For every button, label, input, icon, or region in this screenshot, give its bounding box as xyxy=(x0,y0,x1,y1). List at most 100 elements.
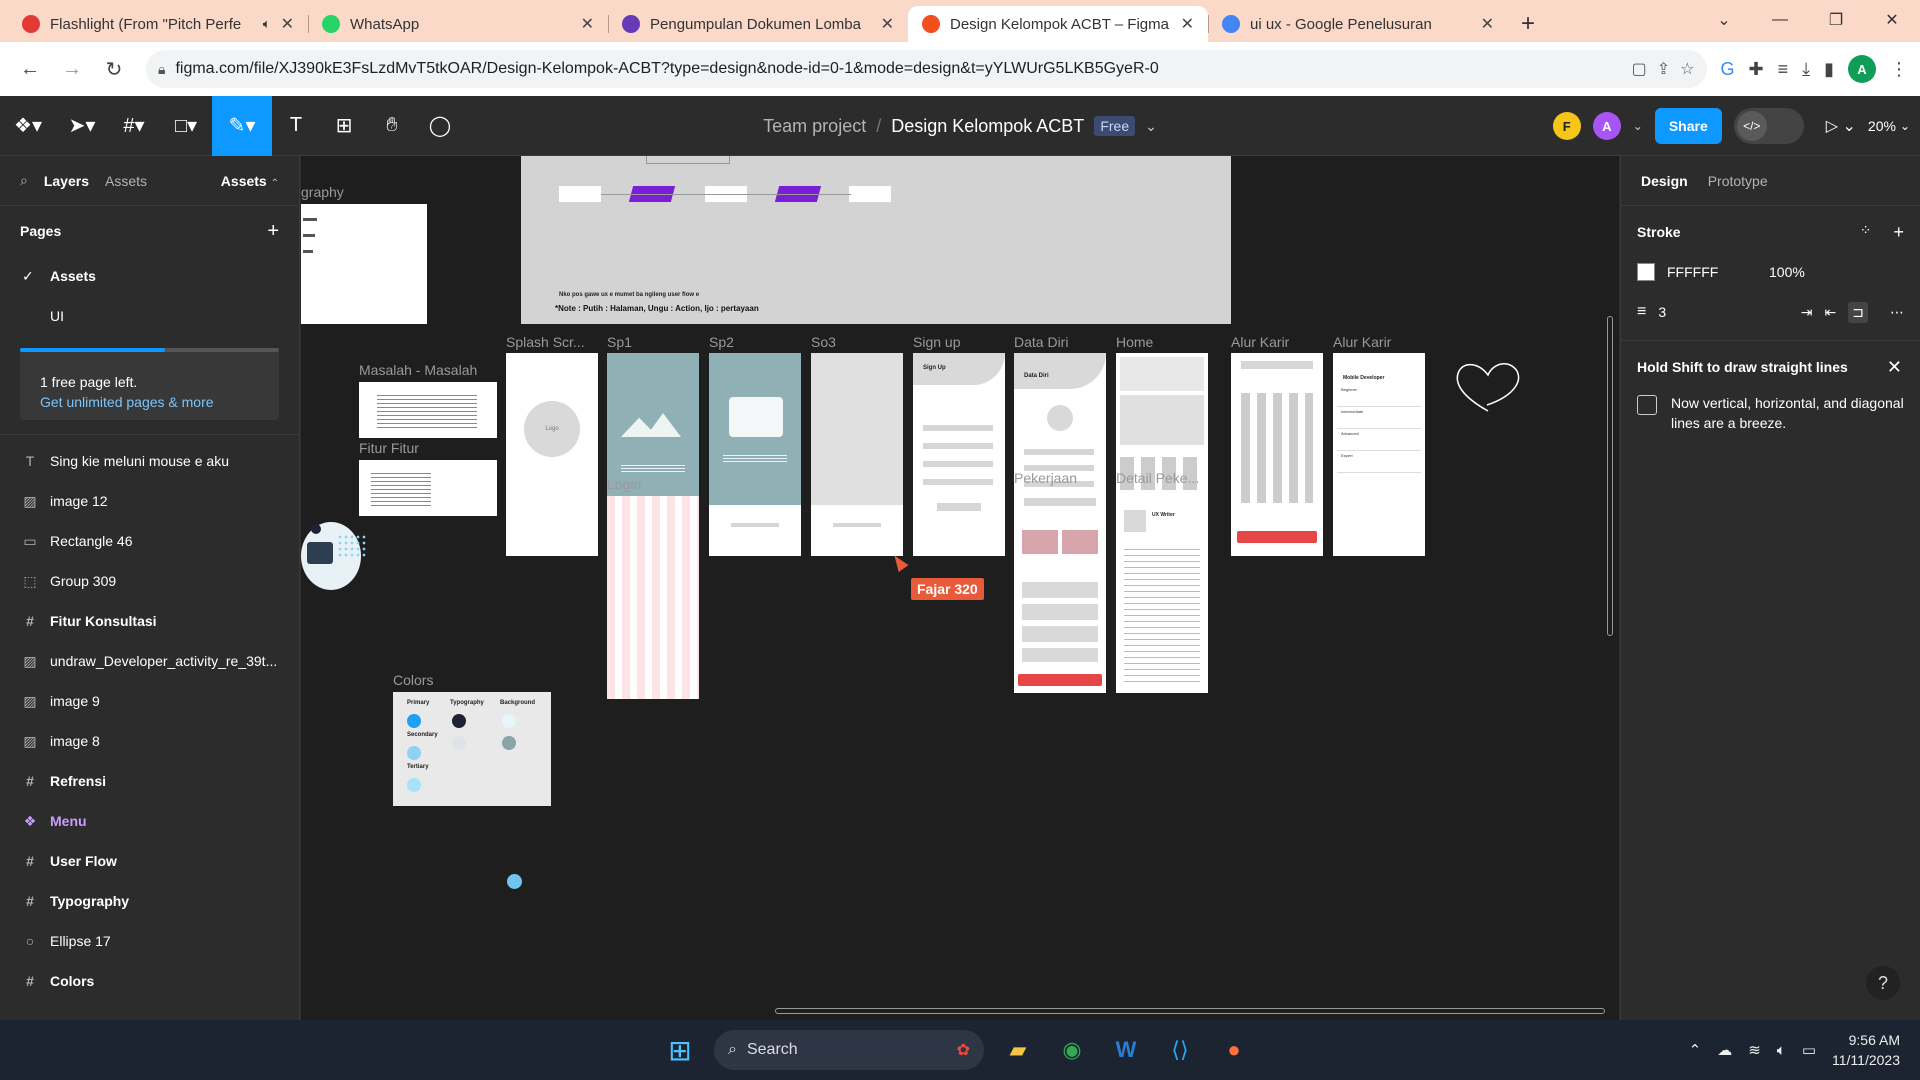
browser-tab[interactable]: ui ux - Google Penelusuran ✕ xyxy=(1208,6,1508,42)
layer-item[interactable]: ▨ image 8 xyxy=(0,721,299,761)
chrome-icon[interactable]: ◉ xyxy=(1052,1030,1092,1070)
stroke-color-hex[interactable]: FFFFFF xyxy=(1667,264,1757,280)
add-page-icon[interactable]: + xyxy=(267,220,279,243)
reload-button[interactable]: ↻ xyxy=(96,51,132,87)
pen-tool-icon[interactable]: ✎▾ xyxy=(212,95,272,156)
tab-search-chevron-icon[interactable]: ⌄ xyxy=(1696,10,1752,30)
developer-illustration-group[interactable] xyxy=(301,516,371,596)
tab-design[interactable]: Design xyxy=(1641,173,1688,189)
detail-pekerjaan-frame[interactable]: UX Writer xyxy=(1116,490,1208,693)
tab-assets[interactable]: Assets xyxy=(105,173,147,189)
close-tab-icon[interactable]: ✕ xyxy=(1481,14,1494,34)
layer-item[interactable]: ▨ undraw_Developer_activity_re_39t... xyxy=(0,641,299,681)
frame-label-pekerjaan[interactable]: Pekerjaan xyxy=(1014,470,1077,486)
hand-tool-icon[interactable]: ✋︎ xyxy=(368,96,416,156)
fitur-frame[interactable] xyxy=(359,460,497,516)
dev-mode-toggle[interactable]: </> xyxy=(1733,108,1804,144)
career-level-row[interactable]: Advanced xyxy=(1337,429,1421,451)
layer-item[interactable]: ▨ image 12 xyxy=(0,481,299,521)
frame-label-home[interactable]: Home xyxy=(1116,334,1153,350)
close-tab-icon[interactable]: ✕ xyxy=(1181,14,1194,34)
clock[interactable]: 9:56 AM 11/11/2023 xyxy=(1832,1030,1900,1070)
sp2-frame[interactable] xyxy=(709,353,801,556)
alur-karir-bottom-nav[interactable] xyxy=(1237,531,1317,543)
career-level-row[interactable]: Intermediate xyxy=(1337,407,1421,429)
career-level-row[interactable]: Beginner xyxy=(1337,385,1421,407)
layer-item[interactable]: ▭ Rectangle 46 xyxy=(0,521,299,561)
media-queue-icon[interactable]: ≡ xyxy=(1778,59,1789,80)
frame-label-fitur[interactable]: Fitur Fitur xyxy=(359,440,419,456)
career-level-row[interactable]: Expert xyxy=(1337,451,1421,473)
browser-tab[interactable]: Flashlight (From "Pitch Perfe 🔈︎ ✕ xyxy=(8,6,308,42)
close-hint-icon[interactable]: ✕ xyxy=(1887,357,1902,378)
color-swatch-primary[interactable] xyxy=(407,714,421,728)
onedrive-cloud-icon[interactable]: ☁ xyxy=(1717,1041,1732,1059)
typography-frame[interactable] xyxy=(301,204,427,324)
frame-label-signup[interactable]: Sign up xyxy=(913,334,960,350)
wifi-icon[interactable]: ≋ xyxy=(1748,1041,1761,1059)
zoom-level[interactable]: 20% xyxy=(1868,118,1896,134)
page-item-ui[interactable]: UI xyxy=(0,296,299,336)
design-canvas[interactable]: Nko pos gawe ux e mumet ba ngileng user … xyxy=(301,156,1619,1020)
upgrade-link[interactable]: Get unlimited pages & more xyxy=(40,394,259,410)
zoom-chevron-icon[interactable]: ⌄ xyxy=(1900,119,1910,133)
pekerjaan-bottom-nav[interactable] xyxy=(1018,674,1102,686)
alur-karir-frame-1[interactable] xyxy=(1231,353,1323,556)
maximize-button[interactable]: ❐ xyxy=(1808,10,1864,30)
vscode-icon[interactable]: ⟨⟩ xyxy=(1160,1030,1200,1070)
search-layers-icon[interactable]: ⌕ xyxy=(20,172,28,189)
tab-layers[interactable]: Layers xyxy=(44,173,89,189)
layer-item[interactable]: # Colors xyxy=(0,961,299,1001)
forward-button[interactable]: → xyxy=(54,51,90,87)
assets-dropdown[interactable]: Assets ⌃ xyxy=(221,173,279,189)
text-tool-icon[interactable]: T xyxy=(272,96,320,156)
profile-avatar[interactable]: A xyxy=(1848,55,1876,83)
close-tab-icon[interactable]: ✕ xyxy=(281,14,294,34)
url-text[interactable]: figma.com/file/XJ390kE3FsLzdMvT5tkOAR/De… xyxy=(175,60,1621,78)
frame-label-detail[interactable]: Detail Peke... xyxy=(1116,470,1199,486)
add-stroke-icon[interactable]: + xyxy=(1893,222,1904,243)
stroke-weight-value[interactable]: 3 xyxy=(1658,304,1788,320)
signup-input[interactable] xyxy=(923,443,993,449)
flow-node[interactable] xyxy=(559,186,601,202)
battery-icon[interactable]: ▭ xyxy=(1802,1041,1816,1059)
vertical-scrollbar[interactable] xyxy=(1607,316,1613,636)
color-swatch-secondary-2[interactable] xyxy=(452,736,466,750)
frame-label-alur-karir-2[interactable]: Alur Karir xyxy=(1333,334,1391,350)
help-button[interactable]: ? xyxy=(1866,966,1900,1000)
frame-label-sp2[interactable]: Sp2 xyxy=(709,334,734,350)
shape-tool-icon[interactable]: □▾ xyxy=(160,96,212,156)
profile-photo-placeholder[interactable] xyxy=(1047,405,1073,431)
close-window-button[interactable]: ✕ xyxy=(1864,10,1920,30)
signup-submit-button[interactable] xyxy=(937,503,981,511)
present-play-icon[interactable]: ▷ ⌄ xyxy=(1826,116,1856,136)
tray-overflow-chevron-icon[interactable]: ⌃ xyxy=(1689,1041,1702,1059)
layer-item[interactable]: ▨ image 9 xyxy=(0,681,299,721)
search-bar[interactable] xyxy=(1024,498,1096,506)
download-icon[interactable]: ⤓ xyxy=(1802,59,1810,80)
tab-audio-icon[interactable]: 🔈︎ xyxy=(263,16,271,32)
comment-tool-icon[interactable]: ◯ xyxy=(416,96,464,156)
flow-node[interactable] xyxy=(849,186,891,202)
close-tab-icon[interactable]: ✕ xyxy=(581,14,594,34)
stroke-align-inside-icon[interactable]: ⇥ xyxy=(1801,304,1813,321)
word-icon[interactable]: W xyxy=(1106,1030,1146,1070)
minimize-button[interactable]: — xyxy=(1752,11,1808,29)
layer-item[interactable]: # Typography xyxy=(0,881,299,921)
side-panel-icon[interactable]: ▮ xyxy=(1824,59,1834,80)
pen-drawn-heart-stroke[interactable] xyxy=(1453,361,1523,413)
file-explorer-icon[interactable]: ▰ xyxy=(998,1030,1038,1070)
windows-start-icon[interactable]: ⊞ xyxy=(660,1030,700,1070)
taskbar-search[interactable]: ⌕ Search ✿ xyxy=(714,1030,984,1070)
project-name[interactable]: Team project xyxy=(763,116,866,137)
layer-item[interactable]: T Sing kie meluni mouse e aku xyxy=(0,441,299,481)
frame-label-splash[interactable]: Splash Scr... xyxy=(506,334,585,350)
close-tab-icon[interactable]: ✕ xyxy=(881,14,894,34)
layer-item[interactable]: ❖ Menu xyxy=(0,801,299,841)
address-bar[interactable]: 🔒︎ figma.com/file/XJ390kE3FsLzdMvT5tkOAR… xyxy=(146,50,1707,88)
resources-tool-icon[interactable]: ⊞ xyxy=(320,96,368,156)
avatars-chevron-icon[interactable]: ⌄ xyxy=(1633,119,1643,133)
share-button[interactable]: Share xyxy=(1654,108,1722,144)
layer-item[interactable]: ⬚ Group 309 xyxy=(0,561,299,601)
userflow-frame[interactable]: Nko pos gawe ux e mumet ba ngileng user … xyxy=(521,156,1231,324)
